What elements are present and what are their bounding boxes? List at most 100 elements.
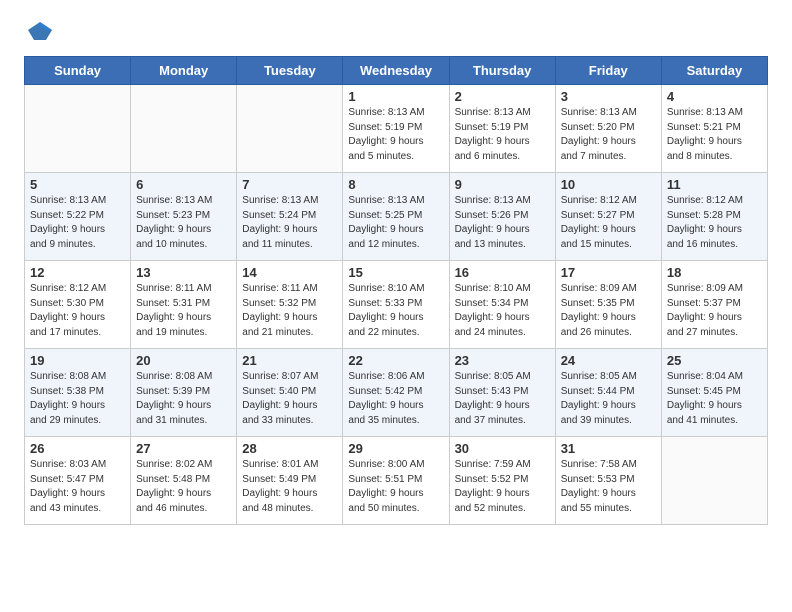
calendar-cell bbox=[237, 85, 343, 173]
day-number: 10 bbox=[561, 177, 656, 192]
weekday-header-tuesday: Tuesday bbox=[237, 57, 343, 85]
day-number: 15 bbox=[348, 265, 443, 280]
day-number: 19 bbox=[30, 353, 125, 368]
calendar-cell: 29 Sunrise: 8:00 AM Sunset: 5:51 PM Dayli… bbox=[343, 437, 449, 525]
calendar-cell: 1Sunrise: 8:13 AM Sunset: 5:19 PM Daylig… bbox=[343, 85, 449, 173]
day-number: 11 bbox=[667, 177, 762, 192]
day-number: 7 bbox=[242, 177, 337, 192]
day-info: Sunrise: 8:11 AM Sunset: 5:31 PM Dayligh… bbox=[136, 282, 231, 340]
day-info: Sunrise: 8:12 AM Sunset: 5:27 PM Dayligh… bbox=[561, 194, 656, 252]
day-number: 9 bbox=[455, 177, 550, 192]
day-number: 30 bbox=[455, 441, 550, 456]
calendar-cell: 14 Sunrise: 8:11 AM Sunset: 5:32 PM Dayli… bbox=[237, 261, 343, 349]
calendar-week-4: 19 Sunrise: 8:08 AM Sunset: 5:38 PM Dayli… bbox=[25, 349, 768, 437]
logo-icon bbox=[26, 20, 54, 42]
calendar-cell: 21Sunrise: 8:07 AM Sunset: 5:40 PM Dayli… bbox=[237, 349, 343, 437]
day-number: 14 bbox=[242, 265, 337, 280]
calendar-cell bbox=[25, 85, 131, 173]
day-info: Sunrise: 8:02 AM Sunset: 5:48 PM Dayligh… bbox=[136, 458, 231, 516]
weekday-header-friday: Friday bbox=[555, 57, 661, 85]
calendar-cell: 6 Sunrise: 8:13 AM Sunset: 5:23 PM Daylig… bbox=[131, 173, 237, 261]
weekday-header-thursday: Thursday bbox=[449, 57, 555, 85]
day-info: Sunrise: 8:13 AM Sunset: 5:19 PM Dayligh… bbox=[348, 106, 443, 164]
calendar-cell: 9 Sunrise: 8:13 AM Sunset: 5:26 PM Daylig… bbox=[449, 173, 555, 261]
calendar-cell: 24 Sunrise: 8:05 AM Sunset: 5:44 PM Dayli… bbox=[555, 349, 661, 437]
calendar-cell bbox=[131, 85, 237, 173]
day-info: Sunrise: 7:58 AM Sunset: 5:53 PM Dayligh… bbox=[561, 458, 656, 516]
day-info: Sunrise: 8:13 AM Sunset: 5:21 PM Dayligh… bbox=[667, 106, 762, 164]
day-info: Sunrise: 8:13 AM Sunset: 5:20 PM Dayligh… bbox=[561, 106, 656, 164]
day-number: 31 bbox=[561, 441, 656, 456]
calendar-cell: 3Sunrise: 8:13 AM Sunset: 5:20 PM Daylig… bbox=[555, 85, 661, 173]
day-info: Sunrise: 8:12 AM Sunset: 5:30 PM Dayligh… bbox=[30, 282, 125, 340]
calendar-header-row: SundayMondayTuesdayWednesdayThursdayFrid… bbox=[25, 57, 768, 85]
calendar-cell: 23 Sunrise: 8:05 AM Sunset: 5:43 PM Dayli… bbox=[449, 349, 555, 437]
page-header bbox=[24, 20, 768, 40]
calendar-cell: 28 Sunrise: 8:01 AM Sunset: 5:49 PM Dayli… bbox=[237, 437, 343, 525]
day-number: 4 bbox=[667, 89, 762, 104]
day-info: Sunrise: 8:03 AM Sunset: 5:47 PM Dayligh… bbox=[30, 458, 125, 516]
calendar-cell: 19 Sunrise: 8:08 AM Sunset: 5:38 PM Dayli… bbox=[25, 349, 131, 437]
weekday-header-sunday: Sunday bbox=[25, 57, 131, 85]
day-info: Sunrise: 8:13 AM Sunset: 5:23 PM Dayligh… bbox=[136, 194, 231, 252]
calendar-week-5: 26 Sunrise: 8:03 AM Sunset: 5:47 PM Dayli… bbox=[25, 437, 768, 525]
calendar-cell: 31 Sunrise: 7:58 AM Sunset: 5:53 PM Dayli… bbox=[555, 437, 661, 525]
day-number: 16 bbox=[455, 265, 550, 280]
day-number: 18 bbox=[667, 265, 762, 280]
calendar-week-3: 12 Sunrise: 8:12 AM Sunset: 5:30 PM Dayli… bbox=[25, 261, 768, 349]
day-info: Sunrise: 8:01 AM Sunset: 5:49 PM Dayligh… bbox=[242, 458, 337, 516]
day-number: 13 bbox=[136, 265, 231, 280]
calendar-week-2: 5 Sunrise: 8:13 AM Sunset: 5:22 PM Daylig… bbox=[25, 173, 768, 261]
day-info: Sunrise: 8:04 AM Sunset: 5:45 PM Dayligh… bbox=[667, 370, 762, 428]
day-number: 6 bbox=[136, 177, 231, 192]
day-info: Sunrise: 8:11 AM Sunset: 5:32 PM Dayligh… bbox=[242, 282, 337, 340]
day-number: 2 bbox=[455, 89, 550, 104]
day-info: Sunrise: 8:08 AM Sunset: 5:38 PM Dayligh… bbox=[30, 370, 125, 428]
day-info: Sunrise: 8:09 AM Sunset: 5:35 PM Dayligh… bbox=[561, 282, 656, 340]
day-info: Sunrise: 8:13 AM Sunset: 5:19 PM Dayligh… bbox=[455, 106, 550, 164]
calendar-cell: 13 Sunrise: 8:11 AM Sunset: 5:31 PM Dayli… bbox=[131, 261, 237, 349]
calendar-cell: 22Sunrise: 8:06 AM Sunset: 5:42 PM Dayli… bbox=[343, 349, 449, 437]
calendar-cell: 7 Sunrise: 8:13 AM Sunset: 5:24 PM Daylig… bbox=[237, 173, 343, 261]
weekday-header-monday: Monday bbox=[131, 57, 237, 85]
day-number: 27 bbox=[136, 441, 231, 456]
day-info: Sunrise: 7:59 AM Sunset: 5:52 PM Dayligh… bbox=[455, 458, 550, 516]
day-info: Sunrise: 8:09 AM Sunset: 5:37 PM Dayligh… bbox=[667, 282, 762, 340]
calendar-cell: 25 Sunrise: 8:04 AM Sunset: 5:45 PM Dayli… bbox=[661, 349, 767, 437]
day-number: 17 bbox=[561, 265, 656, 280]
calendar-cell: 27 Sunrise: 8:02 AM Sunset: 5:48 PM Dayli… bbox=[131, 437, 237, 525]
day-info: Sunrise: 8:13 AM Sunset: 5:24 PM Dayligh… bbox=[242, 194, 337, 252]
day-info: Sunrise: 8:06 AM Sunset: 5:42 PM Dayligh… bbox=[348, 370, 443, 428]
day-number: 23 bbox=[455, 353, 550, 368]
day-number: 12 bbox=[30, 265, 125, 280]
day-info: Sunrise: 8:05 AM Sunset: 5:44 PM Dayligh… bbox=[561, 370, 656, 428]
calendar-cell: 26 Sunrise: 8:03 AM Sunset: 5:47 PM Dayli… bbox=[25, 437, 131, 525]
calendar-cell: 11Sunrise: 8:12 AM Sunset: 5:28 PM Dayli… bbox=[661, 173, 767, 261]
weekday-header-saturday: Saturday bbox=[661, 57, 767, 85]
day-info: Sunrise: 8:05 AM Sunset: 5:43 PM Dayligh… bbox=[455, 370, 550, 428]
day-number: 28 bbox=[242, 441, 337, 456]
calendar-cell: 10 Sunrise: 8:12 AM Sunset: 5:27 PM Dayli… bbox=[555, 173, 661, 261]
calendar-cell: 30 Sunrise: 7:59 AM Sunset: 5:52 PM Dayli… bbox=[449, 437, 555, 525]
calendar-cell: 8Sunrise: 8:13 AM Sunset: 5:25 PM Daylig… bbox=[343, 173, 449, 261]
day-number: 29 bbox=[348, 441, 443, 456]
day-info: Sunrise: 8:13 AM Sunset: 5:26 PM Dayligh… bbox=[455, 194, 550, 252]
page-container: SundayMondayTuesdayWednesdayThursdayFrid… bbox=[0, 0, 792, 545]
day-number: 25 bbox=[667, 353, 762, 368]
day-number: 26 bbox=[30, 441, 125, 456]
calendar-cell: 4 Sunrise: 8:13 AM Sunset: 5:21 PM Daylig… bbox=[661, 85, 767, 173]
day-info: Sunrise: 8:08 AM Sunset: 5:39 PM Dayligh… bbox=[136, 370, 231, 428]
day-number: 20 bbox=[136, 353, 231, 368]
day-info: Sunrise: 8:13 AM Sunset: 5:22 PM Dayligh… bbox=[30, 194, 125, 252]
calendar-cell: 5 Sunrise: 8:13 AM Sunset: 5:22 PM Daylig… bbox=[25, 173, 131, 261]
day-info: Sunrise: 8:00 AM Sunset: 5:51 PM Dayligh… bbox=[348, 458, 443, 516]
day-info: Sunrise: 8:13 AM Sunset: 5:25 PM Dayligh… bbox=[348, 194, 443, 252]
calendar-cell: 18 Sunrise: 8:09 AM Sunset: 5:37 PM Dayli… bbox=[661, 261, 767, 349]
day-number: 5 bbox=[30, 177, 125, 192]
day-info: Sunrise: 8:10 AM Sunset: 5:33 PM Dayligh… bbox=[348, 282, 443, 340]
calendar-table: SundayMondayTuesdayWednesdayThursdayFrid… bbox=[24, 56, 768, 525]
calendar-cell: 2 Sunrise: 8:13 AM Sunset: 5:19 PM Daylig… bbox=[449, 85, 555, 173]
calendar-cell bbox=[661, 437, 767, 525]
calendar-cell: 17 Sunrise: 8:09 AM Sunset: 5:35 PM Dayli… bbox=[555, 261, 661, 349]
day-number: 24 bbox=[561, 353, 656, 368]
